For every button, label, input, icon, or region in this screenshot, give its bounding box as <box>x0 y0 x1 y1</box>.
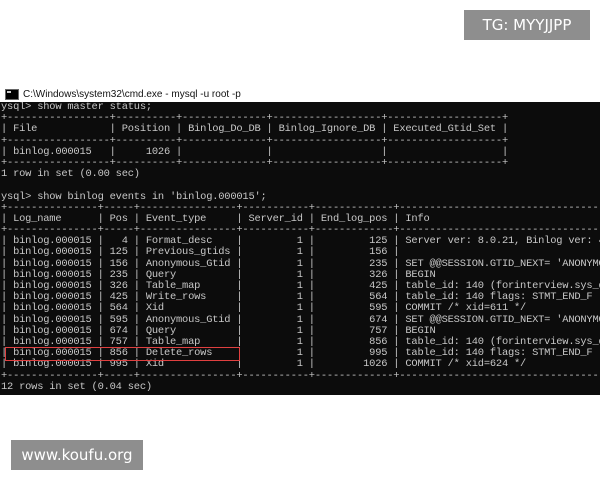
console-line: 12 rows in set (0.04 sec) <box>1 380 152 393</box>
console-line: | binlog.000015 | 125 | Previous_gtids |… <box>1 246 600 259</box>
window-titlebar[interactable]: C:\Windows\system32\cmd.exe - mysql -u r… <box>0 86 600 102</box>
cmd-icon <box>5 88 19 100</box>
watermark-top: TG: MYYJJPP <box>464 10 590 40</box>
window-title: C:\Windows\system32\cmd.exe - mysql -u r… <box>23 88 241 100</box>
console-line: | binlog.000015 | 995 | Xid | 1 | 1026 |… <box>1 358 600 371</box>
console-text: ysql> show master status; +--------------… <box>0 102 600 393</box>
console-line: | File | Position | Binlog_Do_DB | Binlo… <box>1 123 508 136</box>
console-line: ysql> show binlog events in 'binlog.0000… <box>1 190 267 203</box>
console-line: +---------------+-----+----------------+… <box>1 369 600 382</box>
console-output[interactable]: ysql> show master status; +--------------… <box>0 102 600 395</box>
watermark-bottom: www.koufu.org <box>11 440 143 470</box>
console-line: 1 row in set (0.00 sec) <box>1 168 140 181</box>
console-line: | binlog.000015 | 564 | Xid | 1 | 595 | … <box>1 302 600 315</box>
